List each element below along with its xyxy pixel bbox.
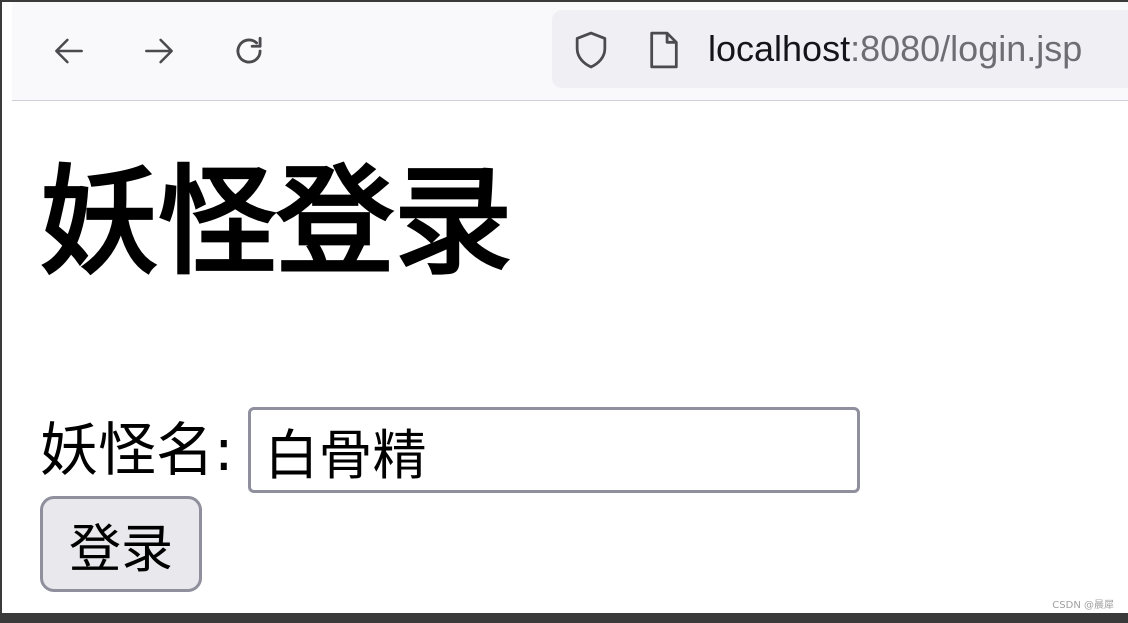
watermark: CSDN @晨犀 — [1052, 600, 1114, 611]
page-icon — [650, 31, 678, 69]
name-form-row: 妖怪名: — [40, 404, 860, 496]
url-text[interactable]: localhost:8080/login.jsp — [708, 26, 1082, 72]
reload-icon — [236, 36, 262, 64]
arrow-left-icon — [55, 38, 83, 64]
address-bar[interactable]: localhost:8080/login.jsp — [552, 10, 1128, 88]
arrow-right-icon — [145, 38, 173, 64]
forward-button[interactable] — [134, 26, 184, 76]
page-title: 妖怪登录 — [40, 153, 513, 291]
back-button[interactable] — [44, 26, 94, 76]
reload-button[interactable] — [224, 26, 274, 76]
url-path: :8080/login.jsp — [850, 28, 1083, 69]
browser-window: localhost:8080/login.jsp 妖怪登录 妖怪名: 登录 CS… — [0, 0, 1128, 613]
url-host: localhost — [708, 28, 851, 69]
shield-icon[interactable] — [572, 30, 610, 70]
login-button[interactable]: 登录 — [40, 496, 202, 592]
name-input[interactable] — [247, 407, 860, 493]
name-label: 妖怪名: — [40, 416, 234, 484]
browser-toolbar: localhost:8080/login.jsp — [12, 2, 1128, 101]
